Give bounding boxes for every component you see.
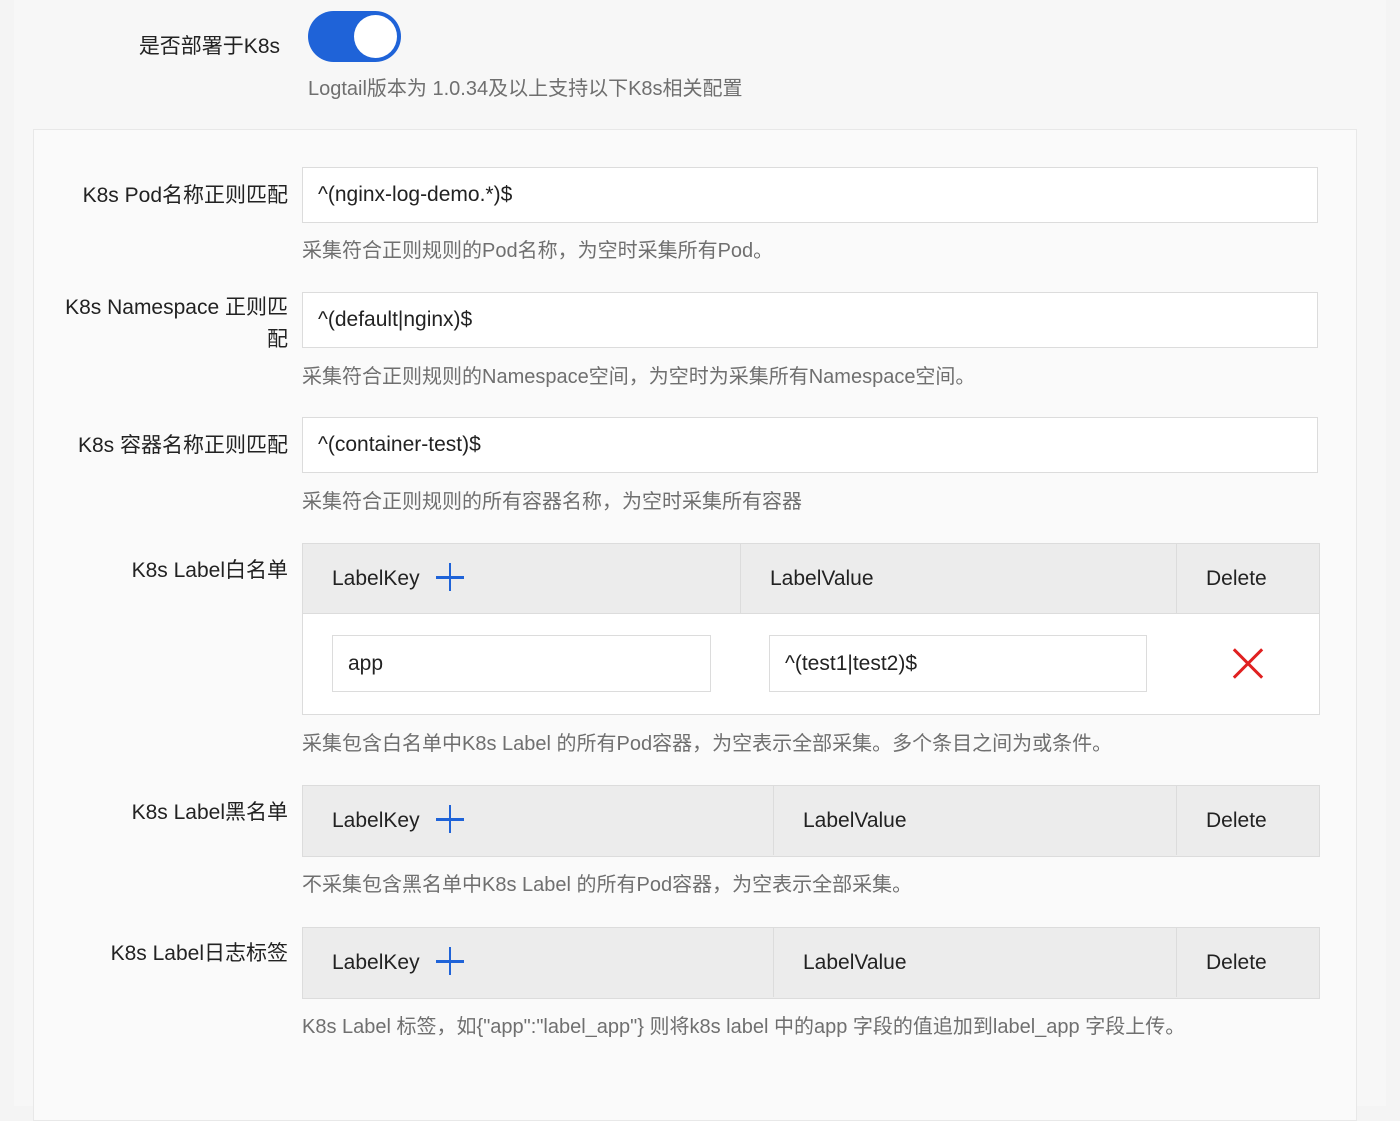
- log-tags-col-delete: Delete: [1176, 928, 1319, 997]
- plus-icon[interactable]: [435, 805, 464, 834]
- blacklist-label: K8s Label黑名单: [131, 801, 288, 824]
- whitelist-row-value-input[interactable]: ^(test1|test2)$: [769, 635, 1147, 692]
- deploy-k8s-row: 是否部署于K8s: [14, 8, 1386, 72]
- log-tags-col-key: LabelKey: [303, 928, 773, 997]
- namespace-regex-label-line1: K8s Namespace 正则匹: [65, 296, 288, 319]
- container-regex-input[interactable]: ^(container-test)$: [302, 417, 1318, 473]
- container-regex-hint: 采集符合正则规则的所有容器名称，为空时采集所有容器: [302, 491, 802, 513]
- pod-regex-hint: 采集符合正则规则的Pod名称，为空时采集所有Pod。: [302, 240, 774, 262]
- log-tags-col-value: LabelValue: [773, 928, 1176, 997]
- plus-icon[interactable]: [435, 563, 464, 592]
- toggle-knob: [354, 15, 397, 58]
- whitelist-col-delete: Delete: [1176, 544, 1319, 613]
- whitelist-col-value: LabelValue: [740, 544, 1176, 613]
- pod-regex-label: K8s Pod名称正则匹配: [82, 184, 288, 207]
- whitelist-col-key: LabelKey: [303, 544, 740, 613]
- pod-regex-input[interactable]: ^(nginx-log-demo.*)$: [302, 167, 1318, 223]
- whitelist-label: K8s Label白名单: [131, 559, 288, 582]
- plus-icon[interactable]: [435, 947, 464, 976]
- deploy-k8s-toggle[interactable]: [308, 11, 401, 62]
- whitelist-col-key-label: LabelKey: [332, 567, 420, 590]
- namespace-regex-input[interactable]: ^(default|nginx)$: [302, 292, 1318, 348]
- whitelist-hint: 采集包含白名单中K8s Label 的所有Pod容器，为空表示全部采集。多个条目…: [302, 733, 1113, 755]
- blacklist-col-delete: Delete: [1176, 786, 1319, 855]
- whitelist-table: LabelKey LabelValue Delete app ^(test1|t…: [302, 543, 1320, 715]
- blacklist-col-value: LabelValue: [773, 786, 1176, 855]
- whitelist-row-key-input[interactable]: app: [332, 635, 711, 692]
- deploy-k8s-hint: Logtail版本为 1.0.34及以上支持以下K8s相关配置: [308, 78, 743, 100]
- config-page: 是否部署于K8s Logtail版本为 1.0.34及以上支持以下K8s相关配置…: [14, 0, 1386, 1121]
- namespace-regex-hint: 采集符合正则规则的Namespace空间，为空时为采集所有Namespace空间…: [302, 366, 976, 388]
- blacklist-col-key: LabelKey: [303, 786, 773, 855]
- blacklist-table: LabelKey LabelValue Delete: [302, 785, 1320, 857]
- log-tags-table: LabelKey LabelValue Delete: [302, 927, 1320, 999]
- blacklist-table-header: LabelKey LabelValue Delete: [303, 786, 1319, 856]
- k8s-config-panel: K8s Pod名称正则匹配 ^(nginx-log-demo.*)$ 采集符合正…: [33, 129, 1357, 1121]
- log-tags-table-header: LabelKey LabelValue Delete: [303, 928, 1319, 998]
- blacklist-col-key-label: LabelKey: [332, 809, 420, 832]
- close-x-icon[interactable]: [1232, 647, 1264, 679]
- deploy-k8s-label: 是否部署于K8s: [138, 35, 280, 58]
- namespace-regex-label: K8s Namespace 正则匹 配: [28, 292, 288, 356]
- log-tags-hint: K8s Label 标签，如{"app":"label_app"} 则将k8s …: [302, 1016, 1186, 1038]
- blacklist-hint: 不采集包含黑名单中K8s Label 的所有Pod容器，为空表示全部采集。: [302, 874, 913, 896]
- container-regex-label: K8s 容器名称正则匹配: [77, 434, 288, 457]
- log-tags-col-key-label: LabelKey: [332, 951, 420, 974]
- whitelist-table-header: LabelKey LabelValue Delete: [303, 544, 1319, 614]
- table-row: app ^(test1|test2)$: [303, 614, 1319, 714]
- log-tags-label: K8s Label日志标签: [110, 942, 288, 965]
- namespace-regex-label-line2: 配: [267, 328, 288, 351]
